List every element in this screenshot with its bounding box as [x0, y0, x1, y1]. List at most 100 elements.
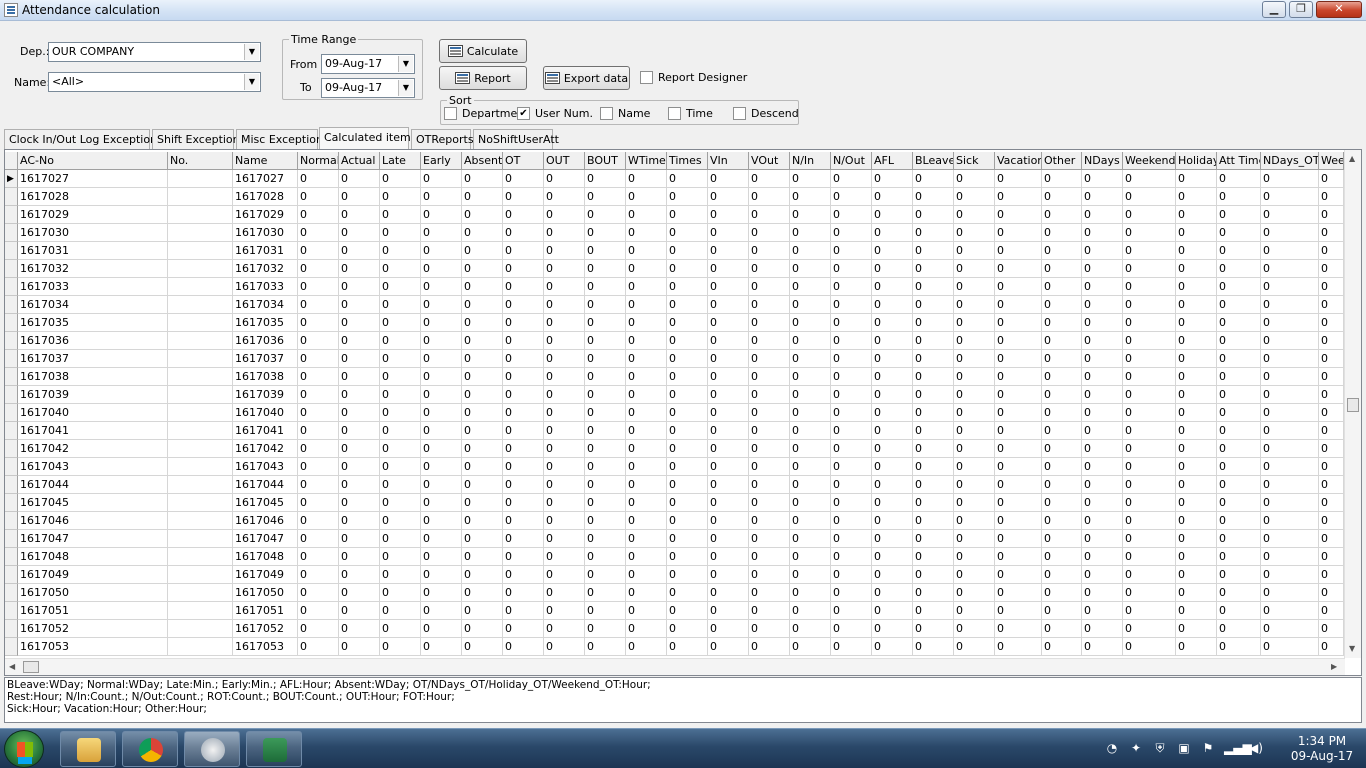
table-cell[interactable]: 0: [1082, 476, 1123, 494]
table-cell[interactable]: 0: [872, 296, 913, 314]
table-cell[interactable]: 0: [872, 620, 913, 638]
table-cell[interactable]: 0: [995, 350, 1042, 368]
table-cell[interactable]: 0: [544, 242, 585, 260]
table-cell[interactable]: 0: [1261, 206, 1319, 224]
table-cell[interactable]: 0: [626, 602, 667, 620]
table-cell[interactable]: 0: [339, 386, 380, 404]
row-indicator[interactable]: [5, 332, 18, 350]
table-cell[interactable]: 1617043: [18, 458, 168, 476]
table-cell[interactable]: 0: [872, 494, 913, 512]
table-cell[interactable]: 0: [585, 494, 626, 512]
table-cell[interactable]: 0: [298, 368, 339, 386]
sort-time-checkbox[interactable]: Time: [668, 107, 713, 120]
table-row[interactable]: 1617053 1617053 0 0 0 0 0 0 0 0 0 0 0 0 0 0 0 0 0 0 0 0 0 0 0 0 0: [5, 638, 1345, 656]
table-cell[interactable]: 0: [749, 638, 790, 656]
table-cell[interactable]: 0: [503, 242, 544, 260]
table-cell[interactable]: 0: [626, 512, 667, 530]
checkbox-box[interactable]: [668, 107, 681, 120]
table-cell[interactable]: 0: [544, 206, 585, 224]
table-cell[interactable]: 0: [1319, 548, 1344, 566]
table-cell[interactable]: 0: [1319, 620, 1344, 638]
table-cell[interactable]: 0: [749, 440, 790, 458]
table-cell[interactable]: 0: [913, 494, 954, 512]
table-cell[interactable]: 0: [1082, 242, 1123, 260]
table-row[interactable]: 1617039 1617039 0 0 0 0 0 0 0 0 0 0 0 0 0 0 0 0 0 0 0 0 0 0 0 0 0: [5, 386, 1345, 404]
table-cell[interactable]: 0: [339, 224, 380, 242]
table-cell[interactable]: 0: [831, 458, 872, 476]
table-cell[interactable]: 1617050: [233, 584, 298, 602]
table-cell[interactable]: 0: [1082, 548, 1123, 566]
report-button[interactable]: Report: [439, 66, 527, 90]
table-cell[interactable]: 0: [1082, 512, 1123, 530]
table-cell[interactable]: 0: [995, 314, 1042, 332]
table-cell[interactable]: 1617036: [18, 332, 168, 350]
table-cell[interactable]: 0: [1042, 206, 1082, 224]
table-cell[interactable]: 0: [421, 332, 462, 350]
table-cell[interactable]: 0: [708, 260, 749, 278]
table-cell[interactable]: 0: [503, 530, 544, 548]
table-cell[interactable]: 0: [503, 602, 544, 620]
table-cell[interactable]: 0: [1123, 440, 1176, 458]
table-cell[interactable]: 0: [462, 314, 503, 332]
table-cell[interactable]: 0: [954, 296, 995, 314]
table-cell[interactable]: 0: [626, 584, 667, 602]
table-cell[interactable]: 0: [1319, 476, 1344, 494]
table-cell[interactable]: 0: [626, 224, 667, 242]
table-cell[interactable]: 0: [831, 584, 872, 602]
table-cell[interactable]: 0: [462, 512, 503, 530]
table-cell[interactable]: 0: [831, 206, 872, 224]
table-cell[interactable]: 0: [380, 548, 421, 566]
table-cell[interactable]: 0: [1176, 170, 1217, 188]
table-cell[interactable]: 0: [831, 530, 872, 548]
table-cell[interactable]: 0: [1217, 170, 1261, 188]
column-header[interactable]: VIn: [708, 152, 749, 170]
table-cell[interactable]: [168, 530, 233, 548]
table-cell[interactable]: 0: [544, 422, 585, 440]
table-cell[interactable]: 0: [749, 458, 790, 476]
network-app-icon[interactable]: ✦: [1128, 741, 1144, 757]
table-cell[interactable]: 0: [380, 332, 421, 350]
table-cell[interactable]: 0: [954, 188, 995, 206]
table-cell[interactable]: 0: [380, 584, 421, 602]
table-cell[interactable]: 0: [749, 314, 790, 332]
column-header[interactable]: No.: [168, 152, 233, 170]
table-cell[interactable]: 0: [421, 602, 462, 620]
table-cell[interactable]: 0: [298, 566, 339, 584]
table-cell[interactable]: 0: [954, 224, 995, 242]
table-cell[interactable]: 0: [708, 494, 749, 512]
table-cell[interactable]: 0: [1319, 350, 1344, 368]
table-cell[interactable]: 1617042: [233, 440, 298, 458]
sort-user-num-checkbox[interactable]: ✔ User Num.: [517, 107, 593, 120]
table-cell[interactable]: 0: [339, 620, 380, 638]
table-cell[interactable]: 0: [462, 530, 503, 548]
table-cell[interactable]: 1617029: [233, 206, 298, 224]
table-cell[interactable]: 0: [298, 584, 339, 602]
table-cell[interactable]: 0: [339, 314, 380, 332]
table-cell[interactable]: 0: [298, 638, 339, 656]
table-cell[interactable]: 0: [544, 368, 585, 386]
table-cell[interactable]: 1617046: [18, 512, 168, 530]
table-cell[interactable]: [168, 548, 233, 566]
table-cell[interactable]: 0: [1261, 566, 1319, 584]
row-indicator[interactable]: [5, 368, 18, 386]
table-cell[interactable]: 0: [1319, 170, 1344, 188]
table-cell[interactable]: 0: [298, 242, 339, 260]
table-cell[interactable]: 0: [462, 188, 503, 206]
table-cell[interactable]: 0: [1176, 368, 1217, 386]
table-cell[interactable]: 1617040: [233, 404, 298, 422]
table-cell[interactable]: [168, 602, 233, 620]
table-cell[interactable]: 0: [708, 422, 749, 440]
table-cell[interactable]: 0: [544, 386, 585, 404]
table-cell[interactable]: 0: [1176, 584, 1217, 602]
table-cell[interactable]: 0: [1261, 440, 1319, 458]
tab-misc-exception[interactable]: Misc Exception: [236, 129, 323, 149]
table-cell[interactable]: 0: [831, 224, 872, 242]
table-cell[interactable]: 0: [995, 224, 1042, 242]
signal-icon[interactable]: ▂▄▆: [1224, 741, 1252, 757]
table-cell[interactable]: 1617030: [233, 224, 298, 242]
table-cell[interactable]: 0: [1123, 512, 1176, 530]
table-cell[interactable]: 1617052: [18, 620, 168, 638]
table-cell[interactable]: 0: [544, 566, 585, 584]
table-cell[interactable]: 0: [1082, 458, 1123, 476]
table-cell[interactable]: 0: [995, 620, 1042, 638]
